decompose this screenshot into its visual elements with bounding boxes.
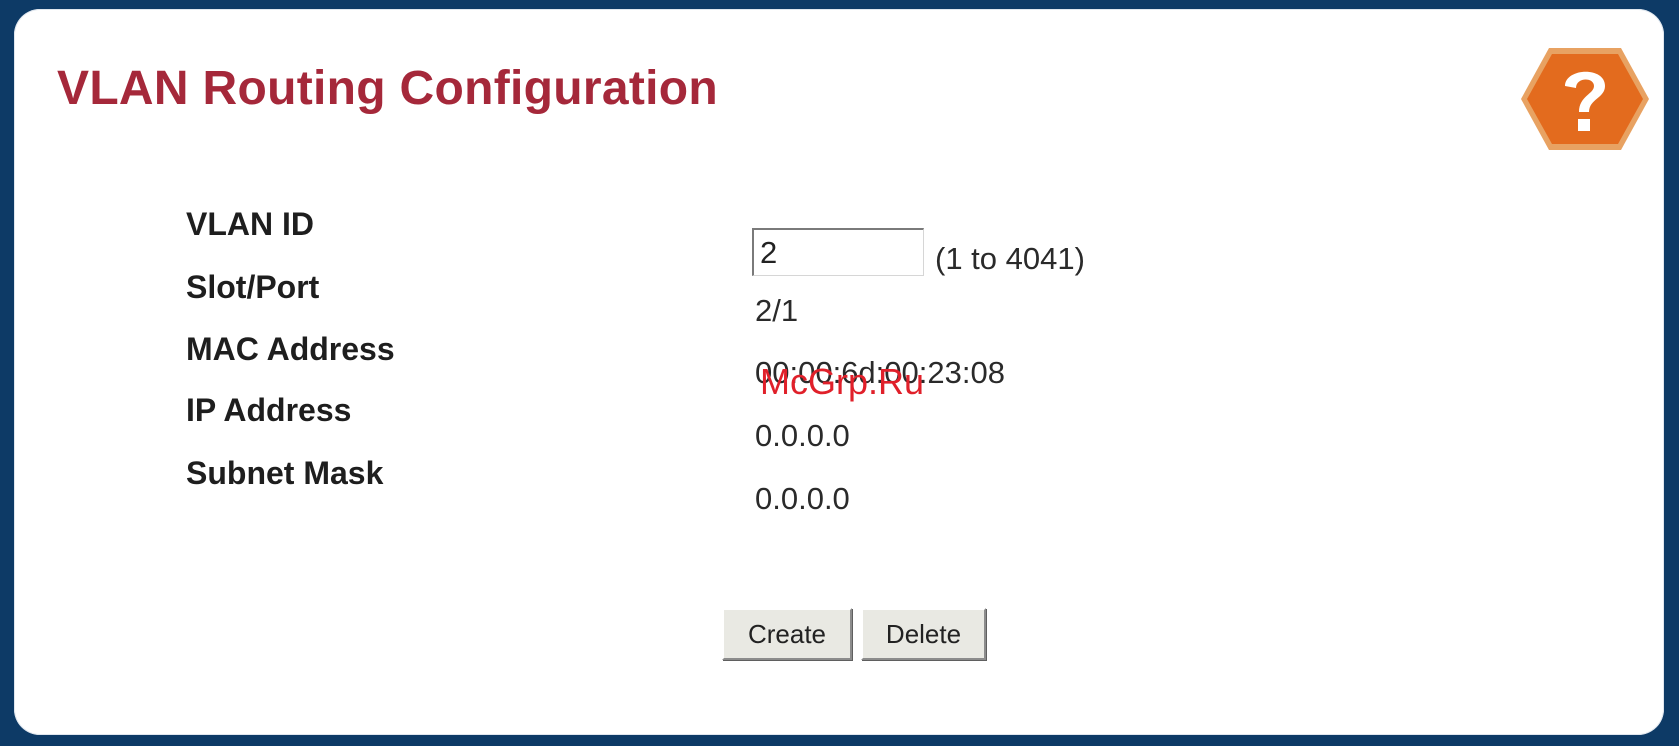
vlan-id-label: VLAN ID [186, 206, 314, 242]
mac-address-label: MAC Address [186, 331, 395, 367]
subnet-mask-value: 0.0.0.0 [755, 481, 850, 516]
vlan-id-input[interactable] [752, 228, 924, 276]
ip-address-value: 0.0.0.0 [755, 418, 850, 453]
delete-button[interactable]: Delete [861, 608, 986, 660]
help-icon[interactable] [1519, 46, 1651, 152]
subnet-mask-label: Subnet Mask [186, 455, 384, 491]
page-title: VLAN Routing Configuration [57, 62, 719, 115]
create-button[interactable]: Create [722, 608, 852, 660]
vlan-id-range-hint: (1 to 4041) [935, 241, 1085, 276]
content-panel: VLAN Routing Configuration VLAN ID (1 to… [14, 9, 1664, 735]
ip-address-label: IP Address [186, 392, 352, 428]
slot-port-label: Slot/Port [186, 269, 320, 305]
mac-address-value: 00:00:6d:00:23:08 [755, 355, 1005, 390]
slot-port-value: 2/1 [755, 293, 799, 328]
